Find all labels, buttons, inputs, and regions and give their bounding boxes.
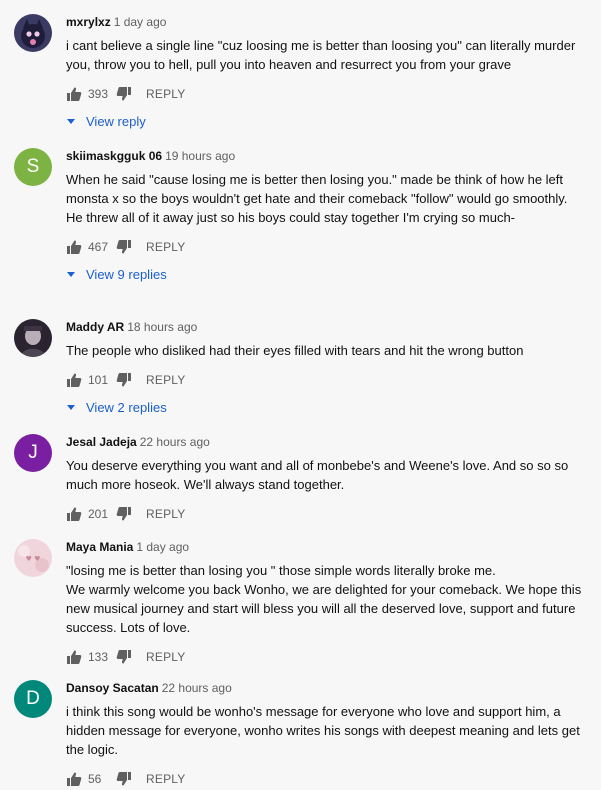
comment-author[interactable]: Maya Mania [66,540,133,554]
view-replies-toggle[interactable]: View 9 replies [66,265,587,283]
reply-button[interactable]: REPLY [146,240,185,254]
comment-timestamp[interactable]: 22 hours ago [140,435,210,449]
comment-actions: 56 REPLY [66,771,587,787]
thumbs-down-icon[interactable] [116,649,132,665]
reply-button[interactable]: REPLY [146,373,185,387]
comment-actions: 101 REPLY [66,372,587,388]
comment-author[interactable]: Jesal Jadeja [66,435,137,449]
view-replies-label: View 2 replies [86,399,167,415]
thumbs-up-icon[interactable] [66,239,82,255]
like-count: 133 [88,650,109,664]
thumbs-down-icon[interactable] [116,239,132,255]
avatar-letter: J [28,442,38,463]
comment-timestamp[interactable]: 19 hours ago [165,149,235,163]
comment-author[interactable]: skiimaskgguk 06 [66,149,162,163]
avatar[interactable]: D [14,680,52,718]
avatar-letter: D [26,688,40,709]
thumbs-down-icon[interactable] [116,771,132,787]
comment-text: You deserve everything you want and all … [66,458,569,492]
avatar-letter: S [26,156,40,177]
thumbs-down-icon[interactable] [116,86,132,102]
comment-text: "losing me is better than losing you " t… [66,563,582,635]
comments-section: mxrylxz 1 day ago i cant believe a single… [0,0,601,790]
reply-button[interactable]: REPLY [146,507,185,521]
view-replies-label: View reply [86,113,146,129]
like-count: 201 [88,507,109,521]
like-count: 101 [88,373,109,387]
comment-actions: 133 REPLY [66,649,587,665]
thumbs-up-icon[interactable] [66,506,82,522]
comment-author[interactable]: mxrylxz [66,15,111,29]
view-replies-toggle[interactable]: View reply [66,112,587,130]
comment-timestamp[interactable]: 22 hours ago [162,681,232,695]
avatar[interactable] [14,319,52,357]
avatar[interactable] [14,14,52,52]
like-count: 393 [88,87,109,101]
caret-down-icon [67,405,75,410]
comment-author[interactable]: Maddy AR [66,320,124,334]
reply-button[interactable]: REPLY [146,650,185,664]
view-replies-label: View 9 replies [86,266,167,282]
avatar[interactable]: S [14,148,52,186]
reply-button[interactable]: REPLY [146,87,185,101]
comment-actions: 393 REPLY [66,86,587,102]
svg-text:♥ ♥: ♥ ♥ [26,555,41,563]
comment-author[interactable]: Dansoy Sacatan [66,681,159,695]
like-count: 467 [88,240,109,254]
caret-down-icon [67,272,75,277]
reply-button[interactable]: REPLY [146,772,185,786]
thumbs-up-icon[interactable] [66,771,82,787]
view-replies-toggle[interactable]: View 2 replies [66,398,587,416]
comment-actions: 201 REPLY [66,506,587,522]
comment-timestamp[interactable]: 1 day ago [114,15,167,29]
thumbs-down-icon[interactable] [116,506,132,522]
comment-text: i cant believe a single line "cuz loosin… [66,38,576,72]
avatar[interactable]: J [14,434,52,472]
thumbs-up-icon[interactable] [66,372,82,388]
avatar[interactable]: ♥ ♥ [14,539,52,577]
comment-timestamp[interactable]: 18 hours ago [127,320,197,334]
thumbs-up-icon[interactable] [66,649,82,665]
like-count: 56 [88,772,102,786]
comment-actions: 467 REPLY [66,239,587,255]
comment-text: When he said "cause losing me is better … [66,172,568,225]
caret-down-icon [67,119,75,124]
comment-text: The people who disliked had their eyes f… [66,343,524,358]
thumbs-up-icon[interactable] [66,86,82,102]
comment-text: i think this song would be wonho's messa… [66,704,580,757]
comment-timestamp[interactable]: 1 day ago [136,540,189,554]
thumbs-down-icon[interactable] [116,372,132,388]
